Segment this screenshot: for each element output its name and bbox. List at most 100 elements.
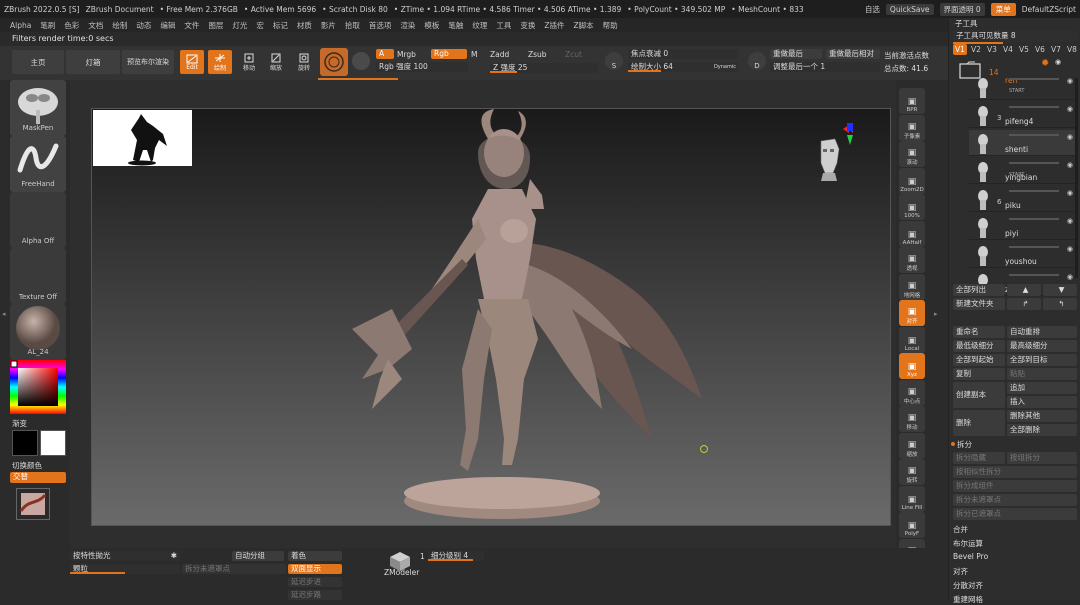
- bevel-pro-section[interactable]: Bevel Pro: [953, 552, 988, 561]
- rename-button[interactable]: 重命名: [953, 326, 1005, 338]
- z-intensity-slider[interactable]: Z 强度 25: [490, 63, 598, 73]
- subtool-opacity-bar[interactable]: [1009, 78, 1059, 80]
- boolean-section[interactable]: 布尔运算: [953, 538, 983, 549]
- right-tray-button[interactable]: ▣ 滚动: [899, 141, 925, 167]
- version-tab[interactable]: V6: [1033, 44, 1047, 55]
- subtool-opacity-bar[interactable]: [1009, 274, 1059, 276]
- default-zscript[interactable]: DefaultZScript: [1022, 5, 1076, 14]
- delete-all-button[interactable]: 全部删除: [1007, 424, 1077, 436]
- menu-item[interactable]: 材质: [297, 20, 312, 31]
- extend-step-button[interactable]: 延迟步进: [288, 577, 342, 587]
- auto-select[interactable]: 自选: [865, 4, 880, 15]
- insert-button[interactable]: 插入: [1007, 396, 1077, 408]
- version-tab[interactable]: V7: [1049, 44, 1063, 55]
- menu-item[interactable]: 图层: [208, 20, 223, 31]
- m-toggle[interactable]: M: [471, 50, 477, 59]
- focal-shift-slider[interactable]: 焦点衰减 0: [628, 49, 738, 59]
- menu-item[interactable]: 标记: [273, 20, 288, 31]
- edit-button[interactable]: Edit: [180, 50, 204, 74]
- subtool-opacity-bar[interactable]: [1009, 106, 1059, 108]
- duplicate-button[interactable]: 创建副本: [953, 382, 1005, 408]
- extend-path-button[interactable]: 延迟步路: [288, 590, 342, 600]
- new-folder-button[interactable]: 新建文件夹: [953, 298, 1005, 310]
- scale-button[interactable]: 缩放: [264, 50, 288, 74]
- subdiv-level-slider[interactable]: 细分级别 4: [428, 551, 484, 561]
- append-button[interactable]: 追加: [1007, 382, 1077, 394]
- right-tray-button[interactable]: ▣ 透视: [899, 247, 925, 273]
- subtool-item[interactable]: shenti ◉: [969, 130, 1077, 156]
- replay-last-button[interactable]: 重做最后: [770, 49, 822, 59]
- groups-split-button[interactable]: 按组拆分: [1007, 452, 1077, 464]
- double-sided-button[interactable]: 双面显示: [288, 564, 342, 574]
- move-up-button[interactable]: ▲: [1007, 284, 1041, 296]
- right-tray-button[interactable]: ▣ Xyz: [899, 353, 925, 379]
- color-picker[interactable]: [10, 360, 66, 414]
- list-all-button[interactable]: 全部列出: [953, 284, 1005, 296]
- menu-item[interactable]: 笔刷: [40, 20, 55, 31]
- lowest-subdiv-button[interactable]: 最低级细分: [953, 340, 1005, 352]
- version-tab[interactable]: V5: [1017, 44, 1031, 55]
- subtool-item[interactable]: piyi ◉: [969, 214, 1077, 240]
- gear-icon[interactable]: ✹: [1041, 58, 1051, 69]
- main-color-swatch[interactable]: [12, 430, 38, 456]
- split-similar-button[interactable]: 按相似性拆分: [953, 466, 1077, 478]
- a-toggle[interactable]: A: [376, 49, 394, 59]
- material-swatch[interactable]: [320, 48, 348, 76]
- align-section[interactable]: 对齐: [953, 566, 968, 577]
- right-tray-button[interactable]: ▣ 缩放: [899, 432, 925, 459]
- quicksave-button[interactable]: QuickSave: [885, 3, 934, 15]
- move-left-button[interactable]: ↰: [1043, 298, 1077, 310]
- menu-item[interactable]: 帮助: [603, 20, 618, 31]
- rotate-button[interactable]: 旋转: [292, 50, 316, 74]
- eye-icon[interactable]: ◉: [1067, 133, 1073, 141]
- menu-item[interactable]: 纹理: [472, 20, 487, 31]
- subtool-item[interactable]: piku 6 ◉: [969, 186, 1077, 212]
- subtool-header[interactable]: 子工具: [955, 18, 978, 29]
- version-tab[interactable]: V3: [985, 44, 999, 55]
- right-tray-button[interactable]: ▣ 地网格: [899, 273, 925, 300]
- right-tray-button[interactable]: ▣ 中心点: [899, 379, 925, 406]
- split-hidden-button[interactable]: 拆分隐藏: [953, 452, 1005, 464]
- menu-item[interactable]: 渲染: [400, 20, 415, 31]
- subtool-opacity-bar[interactable]: [1009, 246, 1059, 248]
- menu-item[interactable]: Alpha: [10, 21, 31, 30]
- split-parts-button[interactable]: 拆分成组件: [953, 480, 1077, 492]
- subtool-item[interactable]: ren ◉: [969, 74, 1077, 100]
- orientation-widget[interactable]: [813, 123, 853, 185]
- right-tray-button[interactable]: ▣ Line Fill: [899, 485, 925, 512]
- delete-button[interactable]: 删除: [953, 410, 1005, 436]
- eye-icon[interactable]: ◉: [1067, 77, 1073, 85]
- right-tray-button[interactable]: ▣ BPR: [899, 88, 925, 114]
- auto-reorder-button[interactable]: 自动重排: [1007, 326, 1077, 338]
- subtool-opacity-bar[interactable]: [1009, 162, 1059, 164]
- move-button[interactable]: 移动: [237, 50, 261, 74]
- menu-item[interactable]: 文件: [184, 20, 199, 31]
- bpr-preview-button[interactable]: 预览布尔渲染: [122, 50, 174, 74]
- secondary-color-swatch[interactable]: [40, 430, 66, 456]
- eye-icon[interactable]: ◉: [1067, 273, 1073, 281]
- subtool-opacity-bar[interactable]: [1009, 134, 1059, 136]
- zadd-toggle[interactable]: Zadd: [490, 50, 509, 59]
- menu-item[interactable]: 工具: [496, 20, 511, 31]
- all-high-button[interactable]: 全部到目标: [1007, 354, 1077, 366]
- menu-item[interactable]: 灯光: [232, 20, 247, 31]
- noise-slider[interactable]: 颗粒: [70, 564, 180, 574]
- version-tab[interactable]: V8: [1065, 44, 1079, 55]
- right-tray-button[interactable]: ▣ Zoom2D: [899, 167, 925, 194]
- subtool-item[interactable]: pifeng4 3 ◉: [969, 102, 1077, 128]
- menu-item[interactable]: 宏: [256, 20, 264, 31]
- subtool-item[interactable]: youshou ◉: [969, 242, 1077, 268]
- mrgb-toggle[interactable]: Mrgb: [397, 50, 416, 59]
- right-tray-button[interactable]: ▣ AAHalf: [899, 220, 925, 247]
- right-tray-button[interactable]: ▣ 100%: [899, 194, 925, 220]
- adjust-last-slider[interactable]: 调整最后一个 1: [770, 62, 880, 72]
- colorize-button[interactable]: 着色: [288, 551, 342, 561]
- draw-button[interactable]: 绘制: [208, 50, 232, 74]
- version-tab[interactable]: V2: [969, 44, 983, 55]
- right-tray-button[interactable]: ▣ PolyF: [899, 512, 925, 538]
- right-tray-arrow-icon[interactable]: ▸: [934, 310, 938, 318]
- move-right-button[interactable]: ↱: [1007, 298, 1041, 310]
- stroke-icon[interactable]: [352, 52, 370, 70]
- menu-button[interactable]: 菜单: [990, 2, 1016, 16]
- menu-item[interactable]: Z插件: [544, 20, 564, 31]
